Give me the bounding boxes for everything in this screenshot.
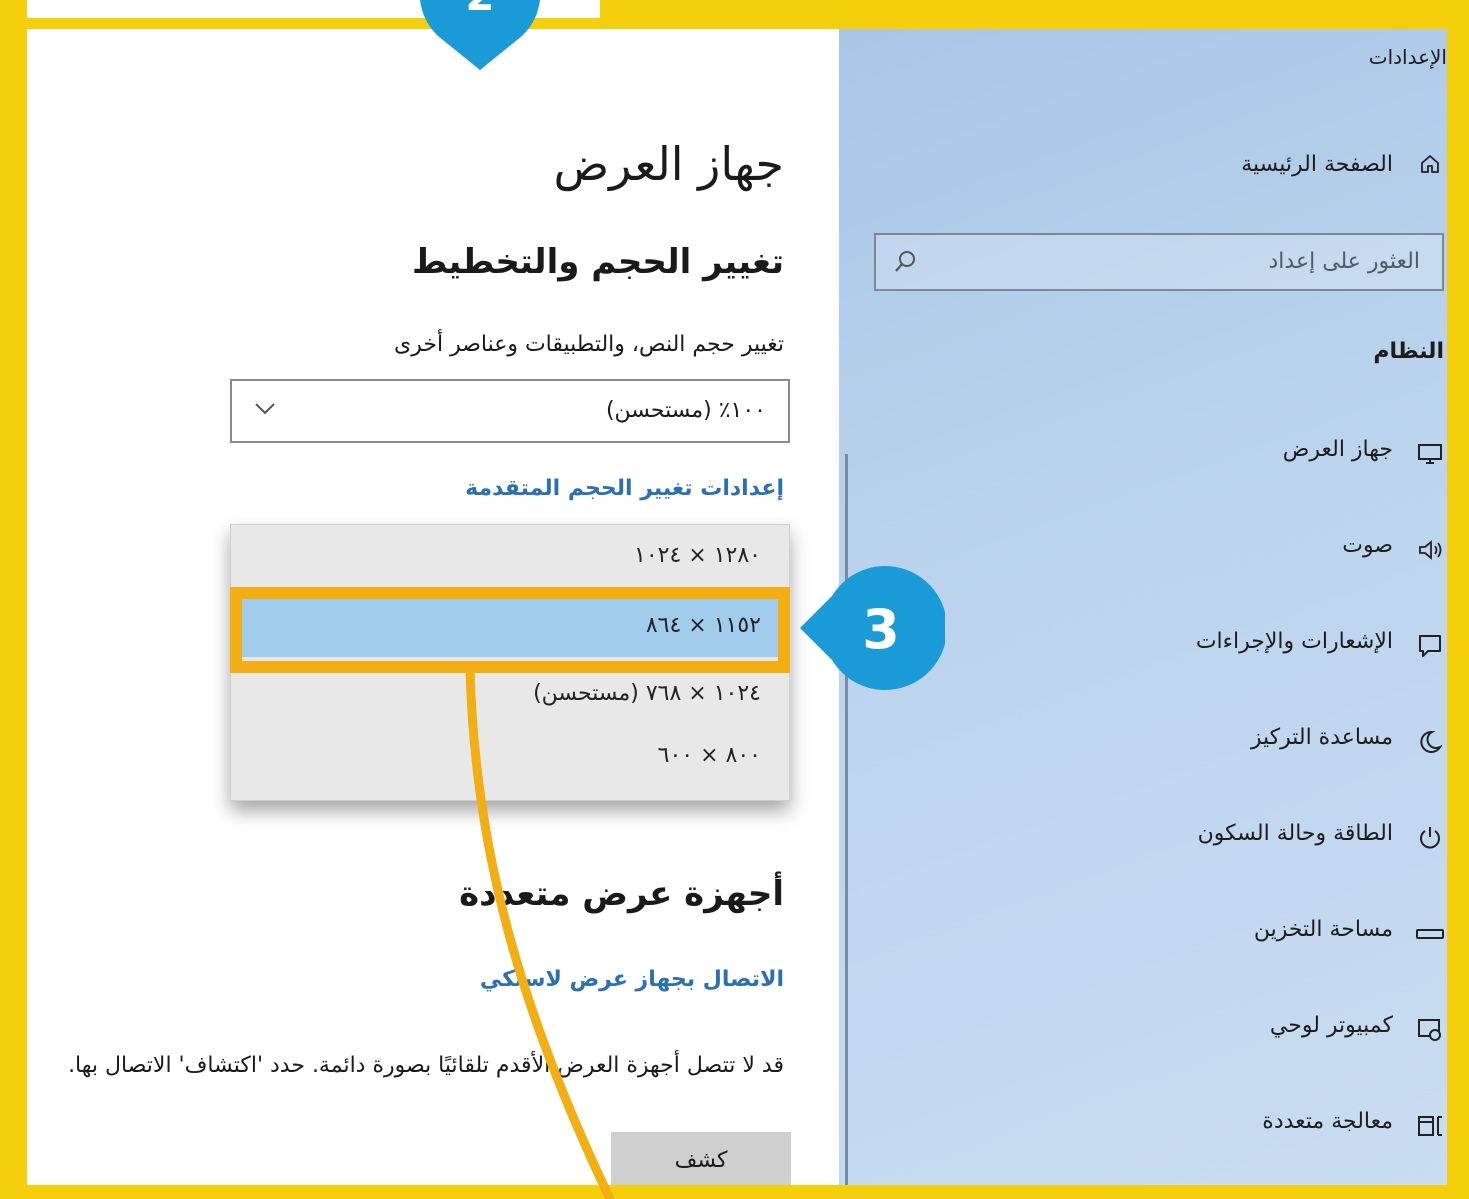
scale-dropdown[interactable]: ١٠٠٪ (مستحسن)	[230, 379, 790, 443]
search-placeholder: العثور على إعداد	[1268, 249, 1421, 274]
sidebar-item-power-sleep[interactable]: الطاقة وحالة السكون	[839, 821, 1447, 917]
sidebar-item-label: الإشعارات والإجراءات	[1195, 629, 1393, 654]
resolution-option-label: ١١٥٢ × ٨٦٤	[645, 613, 761, 638]
step-2-callout: 2	[420, 0, 540, 70]
resolution-dropdown-list: ١٢٨٠ × ١٠٢٤ ١١٥٢ × ٨٦٤ ١٠٢٤ × ٧٦٨ (مستحس…	[230, 524, 790, 801]
multiple-displays-heading: أجهزة عرض متعددة	[459, 874, 784, 914]
frame-gap	[552, 0, 600, 18]
sidebar-item-label: معالجة متعددة	[1262, 1109, 1393, 1134]
page-title: جهاز العرض	[553, 137, 784, 191]
detect-button[interactable]: كشف	[611, 1132, 791, 1185]
wireless-display-link[interactable]: الاتصال بجهاز عرض لاسلكي	[480, 967, 784, 992]
tablet-icon	[1413, 1015, 1447, 1045]
sidebar-item-label: مساعدة التركيز	[1250, 725, 1393, 750]
home-icon	[1413, 149, 1447, 179]
frame-gap-bar	[600, 0, 615, 29]
power-icon	[1413, 823, 1447, 853]
sidebar-item-tablet[interactable]: كمبيوتر لوحي	[839, 1013, 1447, 1109]
step-3-number: 3	[862, 598, 900, 661]
sidebar-nav: جهاز العرض صوت الإشعارات والإجراءات مساع…	[839, 437, 1447, 1185]
moon-icon	[1413, 727, 1447, 757]
chevron-down-icon	[254, 401, 276, 420]
detect-button-label: كشف	[674, 1148, 728, 1173]
sidebar-item-label: صوت	[1342, 533, 1393, 558]
detect-description: قد لا تتصل أجهزة العرض الأقدم تلقائيًا ب…	[68, 1053, 784, 1078]
sidebar-item-focus-assist[interactable]: مساعدة التركيز	[839, 725, 1447, 821]
sidebar-item-storage[interactable]: مساحة التخزين	[839, 917, 1447, 1013]
sidebar-home[interactable]: الصفحة الرئيسية	[1241, 149, 1447, 179]
display-settings-page: جهاز العرض تغيير الحجم والتخطيط تغيير حج…	[27, 29, 839, 1185]
step-2-number: 2	[465, 0, 494, 20]
monitor-icon	[1413, 439, 1447, 469]
scale-layout-heading: تغيير الحجم والتخطيط	[412, 242, 784, 282]
sidebar-home-label: الصفحة الرئيسية	[1241, 151, 1393, 177]
settings-search-input[interactable]: العثور على إعداد	[874, 233, 1444, 291]
advanced-scaling-link[interactable]: إعدادات تغيير الحجم المتقدمة	[465, 476, 784, 501]
resolution-option[interactable]: ٨٠٠ × ٦٠٠	[231, 725, 789, 787]
sidebar-item-multitasking[interactable]: معالجة متعددة	[839, 1109, 1447, 1185]
sidebar-item-label: الطاقة وحالة السكون	[1197, 821, 1393, 846]
sidebar-section-system: النظام	[1373, 339, 1444, 364]
sidebar-item-label: جهاز العرض	[1282, 437, 1393, 462]
step-3-callout: 3	[800, 566, 945, 690]
scale-label: تغيير حجم النص، والتطبيقات وعناصر أخرى	[394, 332, 784, 357]
resolution-option[interactable]: ١٢٨٠ × ١٠٢٤	[231, 525, 789, 587]
notification-icon	[1413, 631, 1447, 661]
resolution-option-label: ٨٠٠ × ٦٠٠	[657, 743, 761, 768]
resolution-option-label: ١٠٢٤ × ٧٦٨ (مستحسن)	[533, 681, 761, 706]
settings-window: الإعدادات الصفحة الرئيسية العثور على إعد…	[27, 29, 1447, 1185]
speaker-icon	[1413, 535, 1447, 565]
sidebar-item-display[interactable]: جهاز العرض	[839, 437, 1447, 533]
scale-value: ١٠٠٪ (مستحسن)	[605, 398, 766, 423]
sidebar-title: الإعدادات	[1368, 45, 1447, 69]
resolution-option[interactable]: ١٠٢٤ × ٧٦٨ (مستحسن)	[231, 663, 789, 725]
sidebar-item-label: مساحة التخزين	[1253, 917, 1393, 942]
search-icon	[892, 249, 918, 279]
storage-icon	[1413, 919, 1447, 949]
resolution-option-selected[interactable]: ١١٥٢ × ٨٦٤	[231, 595, 789, 657]
multitasking-icon	[1413, 1111, 1447, 1141]
sidebar-item-label: كمبيوتر لوحي	[1269, 1013, 1393, 1038]
resolution-option-label: ١٢٨٠ × ١٠٢٤	[634, 543, 761, 568]
